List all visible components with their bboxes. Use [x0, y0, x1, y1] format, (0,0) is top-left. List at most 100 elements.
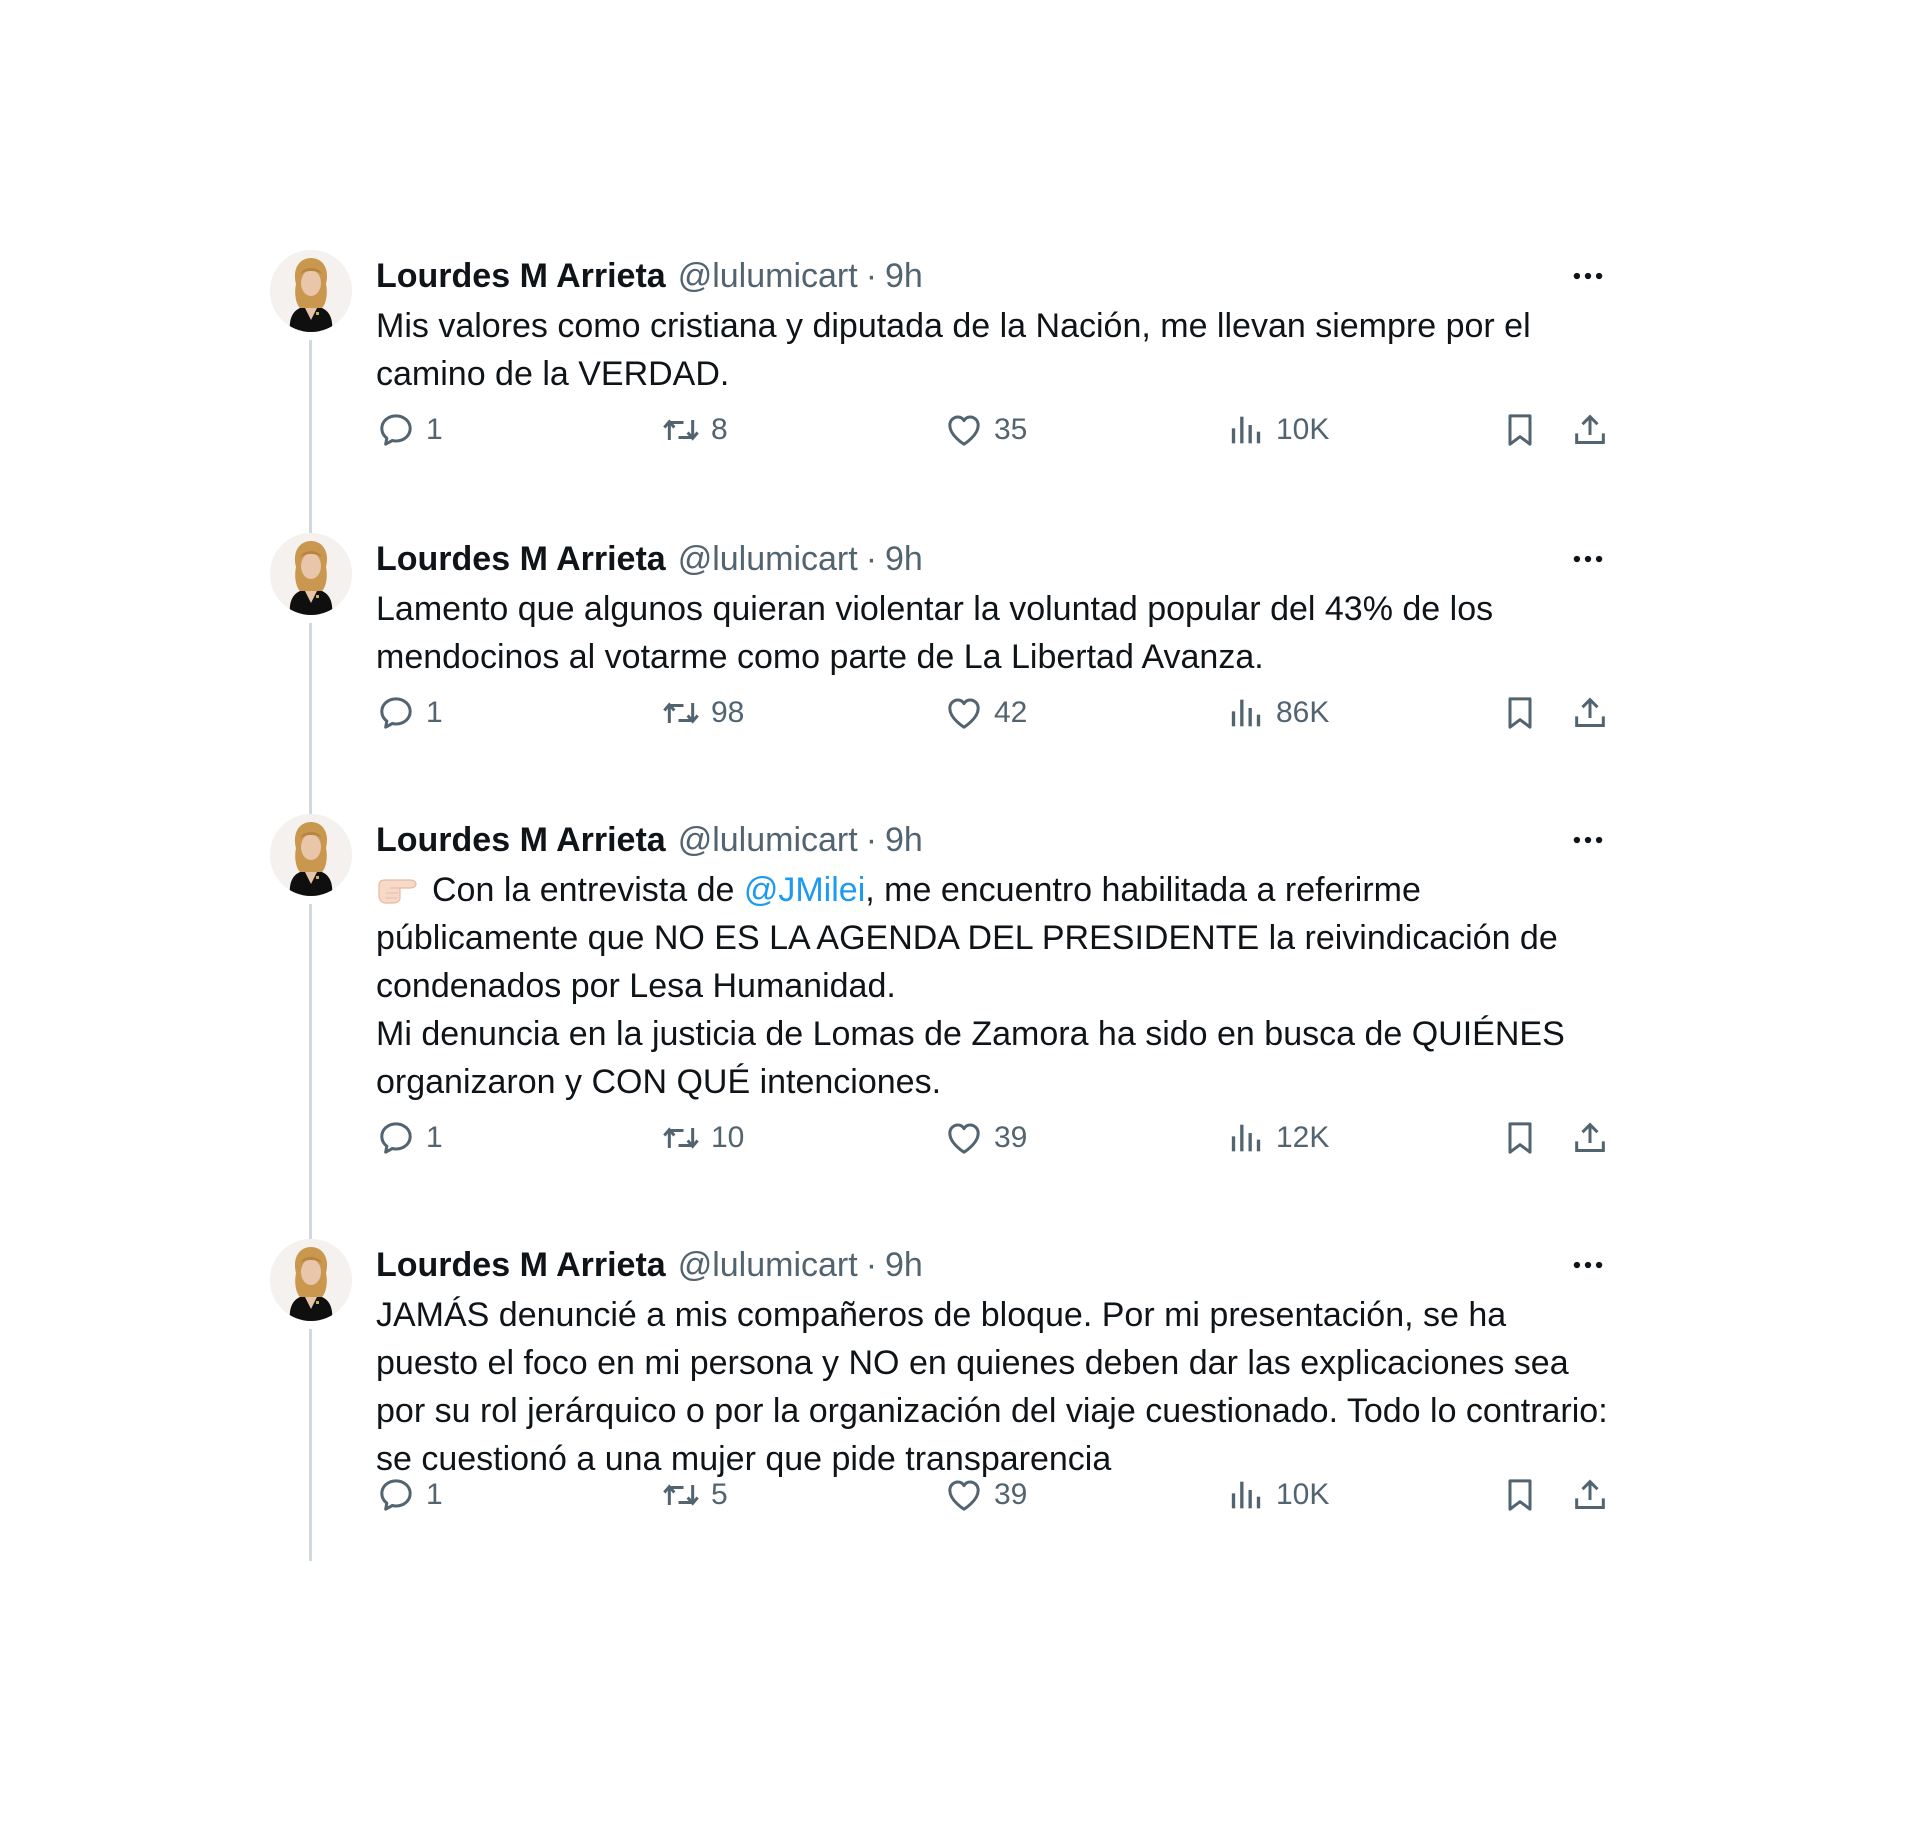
separator: ·: [865, 257, 878, 295]
bookmark-button[interactable]: [1500, 1118, 1540, 1158]
bookmark-button[interactable]: [1500, 410, 1540, 450]
share-button[interactable]: [1570, 1118, 1610, 1158]
author-name[interactable]: Lourdes M Arrieta: [376, 537, 666, 581]
repost-button[interactable]: 98: [661, 693, 744, 733]
reply-button[interactable]: 1: [376, 1475, 443, 1515]
views-icon: [1226, 1475, 1266, 1515]
author-handle[interactable]: @lulumicart: [678, 1243, 858, 1287]
thread-connector: [309, 623, 312, 814]
share-icon: [1570, 1475, 1610, 1515]
avatar-image: [270, 814, 352, 896]
tweet-rail: [270, 523, 376, 814]
tweet-content: Lourdes M Arrieta @lulumicart · 9h Con l…: [376, 804, 1630, 1229]
more-icon: [1569, 821, 1607, 859]
avatar[interactable]: [270, 814, 352, 896]
author-handle[interactable]: @lulumicart: [678, 254, 858, 298]
avatar[interactable]: [270, 533, 352, 615]
more-button[interactable]: [1566, 541, 1610, 577]
mention-link[interactable]: @JMilei: [744, 871, 865, 909]
timestamp[interactable]: 9h: [885, 818, 923, 862]
repost-button[interactable]: 8: [661, 410, 728, 450]
repost-button[interactable]: 10: [661, 1118, 744, 1158]
reply-button[interactable]: 1: [376, 693, 443, 733]
timestamp[interactable]: 9h: [885, 1243, 923, 1287]
more-icon: [1569, 1246, 1607, 1284]
views-button[interactable]: 10K: [1226, 1475, 1329, 1515]
avatar-image: [270, 1239, 352, 1321]
more-button[interactable]: [1566, 1247, 1610, 1283]
avatar[interactable]: [270, 1239, 352, 1321]
separator: ·: [865, 1246, 878, 1284]
tweet-text: JAMÁS denuncié a mis compañeros de bloqu…: [376, 1291, 1630, 1483]
tweet-text: Con la entrevista de @JMilei, me encuent…: [376, 866, 1630, 1106]
tweet-paragraph: Mis valores como cristiana y diputada de…: [376, 307, 1531, 393]
thread-connector: [309, 1329, 312, 1561]
like-button[interactable]: 42: [944, 693, 1027, 733]
author-name[interactable]: Lourdes M Arrieta: [376, 818, 666, 862]
heart-icon: [944, 693, 984, 733]
tweet-paragraph: JAMÁS denuncié a mis compañeros de bloqu…: [376, 1296, 1608, 1478]
repost-icon: [661, 1118, 701, 1158]
views-button[interactable]: 12K: [1226, 1118, 1329, 1158]
pointing-right-emoji: [376, 873, 422, 905]
bookmark-button[interactable]: [1500, 1475, 1540, 1515]
tweet-rail: [270, 240, 376, 533]
author-name[interactable]: Lourdes M Arrieta: [376, 1243, 666, 1287]
tweet-rail: [270, 804, 376, 1239]
bookmark-button[interactable]: [1500, 693, 1540, 733]
bookmark-icon: [1500, 693, 1540, 733]
tweet-content: Lourdes M Arrieta @lulumicart · 9h JAMÁS…: [376, 1229, 1630, 1569]
reply-count: 1: [426, 696, 443, 729]
reply-button[interactable]: 1: [376, 1118, 443, 1158]
share-button[interactable]: [1570, 410, 1610, 450]
like-button[interactable]: 39: [944, 1118, 1027, 1158]
repost-icon: [661, 1475, 701, 1515]
action-bar: 1 10 39 12K: [376, 1114, 1610, 1164]
views-button[interactable]: 10K: [1226, 410, 1329, 450]
repost-count: 98: [711, 696, 745, 729]
repost-count: 8: [711, 413, 728, 446]
reply-button[interactable]: 1: [376, 410, 443, 450]
repost-count: 10: [711, 1121, 745, 1154]
like-count: 42: [994, 696, 1028, 729]
tweet-text: Mis valores como cristiana y diputada de…: [376, 302, 1630, 398]
reply-icon: [376, 1475, 416, 1515]
like-count: 39: [994, 1121, 1028, 1154]
tweet[interactable]: Lourdes M Arrieta @lulumicart · 9h JAMÁS…: [270, 1229, 1630, 1569]
tweet[interactable]: Lourdes M Arrieta @lulumicart · 9h Con l…: [270, 804, 1630, 1239]
views-button[interactable]: 86K: [1226, 693, 1329, 733]
tweet[interactable]: Lourdes M Arrieta @lulumicart · 9h Mis v…: [270, 240, 1630, 533]
author-handle[interactable]: @lulumicart: [678, 537, 858, 581]
more-button[interactable]: [1566, 822, 1610, 858]
share-button[interactable]: [1570, 1475, 1610, 1515]
thread-connector: [309, 340, 312, 533]
bookmark-icon: [1500, 410, 1540, 450]
share-icon: [1570, 1118, 1610, 1158]
reply-icon: [376, 410, 416, 450]
tweet[interactable]: Lourdes M Arrieta @lulumicart · 9h Lamen…: [270, 523, 1630, 814]
like-button[interactable]: 39: [944, 1475, 1027, 1515]
tweet-paragraph: Mi denuncia en la justicia de Lomas de Z…: [376, 1015, 1565, 1101]
share-button[interactable]: [1570, 693, 1610, 733]
repost-button[interactable]: 5: [661, 1475, 728, 1515]
timestamp[interactable]: 9h: [885, 254, 923, 298]
author-name[interactable]: Lourdes M Arrieta: [376, 254, 666, 298]
timestamp[interactable]: 9h: [885, 537, 923, 581]
views-icon: [1226, 1118, 1266, 1158]
action-bar: 1 98 42 86K: [376, 689, 1610, 739]
views-icon: [1226, 410, 1266, 450]
bookmark-icon: [1500, 1475, 1540, 1515]
avatar[interactable]: [270, 250, 352, 332]
more-button[interactable]: [1566, 258, 1610, 294]
like-button[interactable]: 35: [944, 410, 1027, 450]
reply-count: 1: [426, 1478, 443, 1511]
views-count: 86K: [1276, 696, 1330, 729]
separator: ·: [865, 821, 878, 859]
tweet-header: Lourdes M Arrieta @lulumicart · 9h: [376, 537, 1630, 581]
tweet-header: Lourdes M Arrieta @lulumicart · 9h: [376, 818, 1630, 862]
reply-icon: [376, 693, 416, 733]
tweet-thread: Lourdes M Arrieta @lulumicart · 9h Mis v…: [270, 240, 1630, 1569]
tweet-text: Lamento que algunos quieran violentar la…: [376, 585, 1630, 681]
views-count: 12K: [1276, 1121, 1330, 1154]
author-handle[interactable]: @lulumicart: [678, 818, 858, 862]
